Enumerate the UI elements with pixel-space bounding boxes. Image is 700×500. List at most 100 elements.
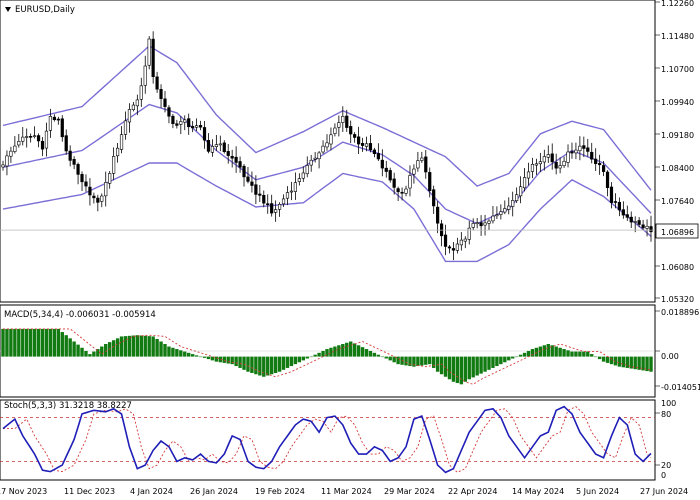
stoch-panel-frame	[0, 399, 656, 481]
date-label-5: 11 Mar 2024	[321, 487, 372, 496]
osma-bar	[139, 335, 143, 357]
candle-body	[475, 222, 479, 224]
osma-bar	[558, 347, 562, 357]
osma-bar	[293, 356, 298, 365]
candle-body	[289, 190, 294, 193]
candle-body	[601, 165, 606, 172]
candle-body	[447, 246, 452, 249]
candle-body	[29, 136, 33, 138]
candle-body	[127, 109, 132, 123]
candle-body	[515, 194, 519, 201]
candle-body	[112, 156, 116, 174]
candle-body	[424, 156, 428, 173]
candle-body	[13, 145, 17, 152]
candle-body	[380, 159, 384, 169]
price-tick-0: 1.12260	[661, 0, 694, 8]
candle-body	[60, 118, 64, 138]
osma-bar	[428, 356, 432, 365]
candle-body	[376, 153, 380, 160]
candle-body	[396, 188, 400, 193]
candle-body	[550, 153, 554, 163]
osma-bar	[171, 347, 175, 357]
candle-body	[317, 152, 321, 160]
osma-bar	[621, 356, 626, 368]
osma-bar	[447, 356, 452, 380]
candle-body	[301, 172, 305, 179]
osma-bar	[151, 336, 155, 357]
candle-body	[605, 171, 610, 188]
candle-body	[72, 159, 76, 165]
price-tick-1: 1.11480	[661, 32, 694, 41]
osma-bar	[277, 356, 282, 372]
osma-bar	[266, 356, 270, 376]
candle-body	[408, 175, 412, 189]
candle-body	[337, 122, 341, 128]
candle-body	[412, 168, 416, 175]
candle-body	[254, 184, 258, 195]
candle-body	[198, 125, 203, 128]
osma-bar	[111, 340, 116, 357]
osma-bar	[597, 356, 602, 360]
osma-bar	[542, 345, 547, 357]
osma-bar	[570, 351, 574, 357]
candle-body	[167, 107, 171, 117]
candle-body	[44, 130, 49, 149]
time-axis[interactable]: 17 Nov 2023 11 Dec 2023 4 Jan 2024 26 Ja…	[0, 487, 688, 496]
candle-body	[230, 156, 234, 159]
osma-bar	[202, 356, 207, 358]
candle-body	[131, 104, 135, 111]
osma-bar	[52, 328, 57, 357]
price-panel[interactable]	[0, 0, 656, 303]
osma-bar	[384, 356, 388, 359]
candle-body	[9, 150, 13, 157]
osma-bar	[499, 356, 503, 365]
osma-bar	[183, 351, 187, 357]
stoch-panel[interactable]	[0, 399, 656, 481]
osma-bar	[345, 342, 349, 357]
osma-bar	[135, 335, 140, 357]
osma-bar	[258, 356, 262, 376]
osma-bar	[1, 328, 5, 357]
osma-bar	[242, 356, 246, 370]
osma-bar	[364, 349, 369, 357]
candle-body	[566, 151, 570, 163]
osma-bar	[143, 335, 147, 357]
osma-bar	[56, 328, 61, 357]
osma-bar	[491, 356, 495, 368]
osma-bar	[518, 354, 523, 357]
osma-bar	[483, 356, 487, 372]
osma-bar	[269, 356, 274, 375]
osma-bar	[546, 344, 550, 357]
osma-bar	[511, 356, 515, 359]
candle-body	[428, 172, 432, 191]
candle-body	[617, 201, 621, 211]
osma-bar	[435, 356, 440, 372]
osma-bar	[507, 356, 511, 361]
candle-body	[147, 38, 151, 66]
candle-body	[222, 142, 226, 153]
candle-body	[108, 173, 112, 184]
candle-body	[5, 155, 9, 167]
candle-body	[159, 89, 163, 99]
osma-bar	[17, 328, 21, 357]
osma-bar	[467, 356, 471, 380]
candle-body	[135, 99, 139, 107]
price-tick-6: 1.07640	[661, 197, 694, 206]
osma-bar	[198, 356, 203, 358]
candle-body	[33, 135, 37, 138]
osma-label: MACD(5,34,4) -0.006031 -0.005914	[4, 310, 156, 320]
candle-body	[609, 186, 614, 203]
candle-body	[570, 151, 574, 154]
osma-bar	[593, 356, 598, 358]
candle-body	[526, 171, 531, 179]
candle-body	[171, 115, 175, 124]
candle-body	[471, 223, 475, 228]
osma-bar	[321, 350, 325, 357]
candle-body	[594, 158, 598, 165]
osma-bar	[475, 356, 479, 376]
candle-body	[645, 225, 649, 229]
osma-bar	[84, 350, 88, 357]
candle-body	[321, 145, 325, 153]
date-label-2: 4 Jan 2024	[130, 487, 173, 496]
candle-body	[538, 161, 542, 165]
